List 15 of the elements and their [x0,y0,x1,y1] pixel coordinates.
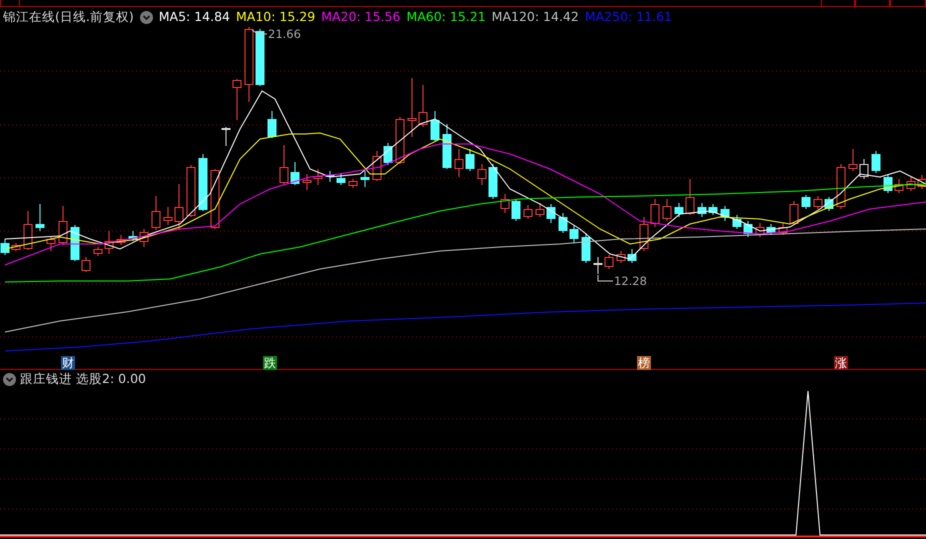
high-price-label: 21.66 [268,27,301,41]
event-marker[interactable]: 财 [61,356,75,370]
indicator-value: MA20: 15.56 [321,8,400,26]
indicator-title: 跟庄钱进 [20,370,72,388]
event-marker[interactable]: 榜 [637,356,651,370]
indicator-value: MA5: 14.84 [158,8,230,26]
stock-title: 锦江在线(日线.前复权) [3,8,134,26]
event-marker[interactable]: 涨 [834,356,848,370]
indicator-value: MA60: 15.21 [406,8,486,26]
indicator-value: MA10: 15.29 [236,8,316,26]
indicator-value: MA120: 14.42 [492,8,579,26]
low-price-label: 12.28 [614,274,647,288]
event-marker[interactable]: 跌 [263,356,277,370]
indicator-value: MA250: 11.61 [584,8,672,26]
indicator-reading: 选股2: 0.00 [76,370,146,388]
